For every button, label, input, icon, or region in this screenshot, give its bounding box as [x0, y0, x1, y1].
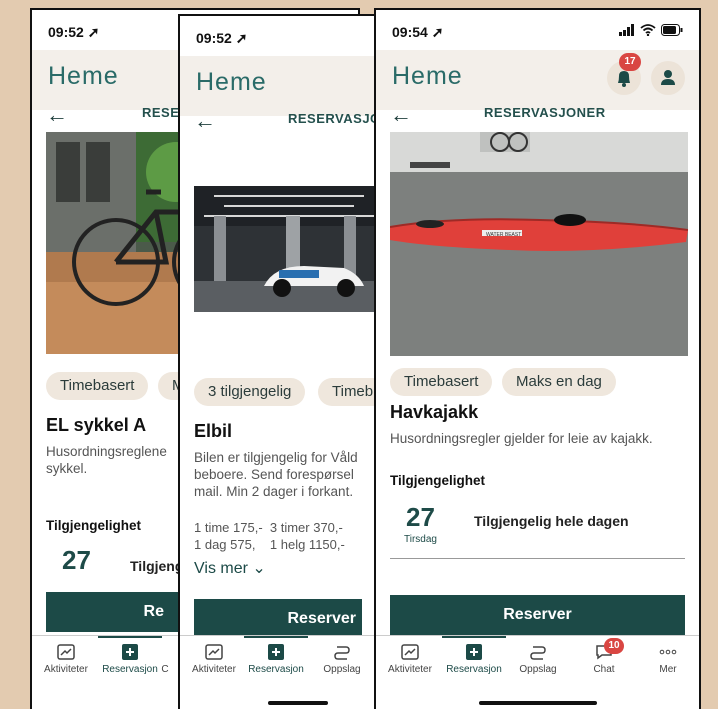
- app-logo: Heme: [48, 62, 119, 90]
- tab-oppslag[interactable]: Oppslag: [508, 644, 568, 675]
- activity-chart-icon: [205, 644, 223, 660]
- back-arrow-icon[interactable]: ←: [390, 102, 412, 128]
- plus-square-icon: [466, 644, 482, 660]
- battery-icon: [661, 24, 683, 36]
- tab-reservasjon[interactable]: Reservasjon: [246, 644, 306, 675]
- user-icon: [661, 70, 675, 85]
- item-title: Elbil: [194, 421, 233, 441]
- phone-screen-havkajakk: 09:54 ➚ Heme 17 ← RESERVASJONER WATER BE…: [374, 8, 701, 709]
- signal-icon: [619, 24, 634, 36]
- chip-availability: 3 tilgjengelig: [194, 378, 306, 406]
- profile-button[interactable]: [651, 61, 685, 95]
- tab-bar: Aktiviteter Reservasjon Oppslag Chat 10 …: [376, 635, 699, 709]
- section-title: RESERVASJO: [288, 111, 378, 126]
- section-title: RESERVASJONER: [484, 105, 606, 120]
- status-icons: [619, 24, 683, 36]
- item-title: Havkajakk: [390, 402, 479, 422]
- chip-type: Timeb: [318, 378, 376, 406]
- item-description: Bilen er tilgjengelig for Våld beboere. …: [194, 450, 358, 499]
- app-logo: Heme: [196, 68, 267, 96]
- more-dots-icon: [659, 649, 677, 655]
- price-list: 1 time 175,- 3 timer 370,- 1 dag 575, 1 …: [194, 520, 345, 552]
- kayak-photo: WATER BEAST: [390, 132, 688, 356]
- app-logo: Heme: [392, 62, 463, 90]
- plus-square-icon: [122, 644, 138, 660]
- item-title: EL sykkel A: [46, 415, 147, 435]
- availability-text: Tilgjeng: [130, 558, 184, 574]
- chat-badge: 10: [604, 638, 624, 654]
- status-time: 09:52 ➚: [48, 24, 100, 40]
- day-name: Tirsdag: [404, 534, 437, 545]
- status-time: 09:54 ➚: [392, 24, 444, 40]
- route-icon: [530, 646, 546, 660]
- tab-reservasjon[interactable]: Reservasjon: [444, 644, 504, 675]
- divider: [390, 558, 685, 559]
- tab-aktiviteter[interactable]: Aktiviteter: [380, 644, 440, 675]
- availability-title: Tilgjengelighet: [46, 518, 142, 533]
- tab-oppslag[interactable]: Oppslag: [312, 644, 372, 675]
- reserve-button[interactable]: Reserver: [390, 595, 685, 635]
- availability-text: Tilgjengelig hele dagen: [474, 513, 629, 529]
- day-number: 27: [406, 502, 435, 532]
- activity-chart-icon: [57, 644, 75, 660]
- wifi-icon: [640, 24, 656, 36]
- car-photo: [194, 186, 376, 312]
- availability-title: Tilgjengelighet: [390, 473, 486, 488]
- phone-screen-elbil: 09:52 ➚ Heme ← RESERVASJO 3 tilgjengelig…: [178, 14, 378, 709]
- plus-square-icon: [268, 644, 284, 660]
- chip-type: Timebasert: [46, 372, 149, 400]
- item-description: Husordningsregler gjelder for leie av ka…: [390, 431, 653, 446]
- tab-aktiviteter[interactable]: Aktiviteter: [184, 644, 244, 675]
- tab-aktiviteter[interactable]: Aktiviteter: [36, 644, 96, 675]
- item-description: Husordningsreglene sykkel.: [46, 444, 167, 476]
- reserve-button[interactable]: Reserver: [194, 599, 362, 639]
- show-more-link[interactable]: Vis mer ⌄: [194, 558, 266, 578]
- kayak-brand-label: WATER BEAST: [486, 232, 521, 238]
- day-number: 27: [62, 545, 91, 575]
- back-arrow-icon[interactable]: ←: [46, 102, 68, 128]
- chip-type: Timebasert: [390, 368, 493, 396]
- back-arrow-icon[interactable]: ←: [194, 108, 216, 134]
- tab-chat-partial[interactable]: C: [150, 644, 180, 675]
- chip-limit: Maks en dag: [502, 368, 616, 396]
- activity-chart-icon: [401, 644, 419, 660]
- status-time: 09:52 ➚: [196, 30, 248, 46]
- tab-bar: Aktiviteter Reservasjon Oppslag: [180, 635, 376, 709]
- notification-badge: 17: [619, 53, 641, 71]
- route-icon: [334, 646, 350, 660]
- tab-mer[interactable]: Mer: [638, 644, 698, 675]
